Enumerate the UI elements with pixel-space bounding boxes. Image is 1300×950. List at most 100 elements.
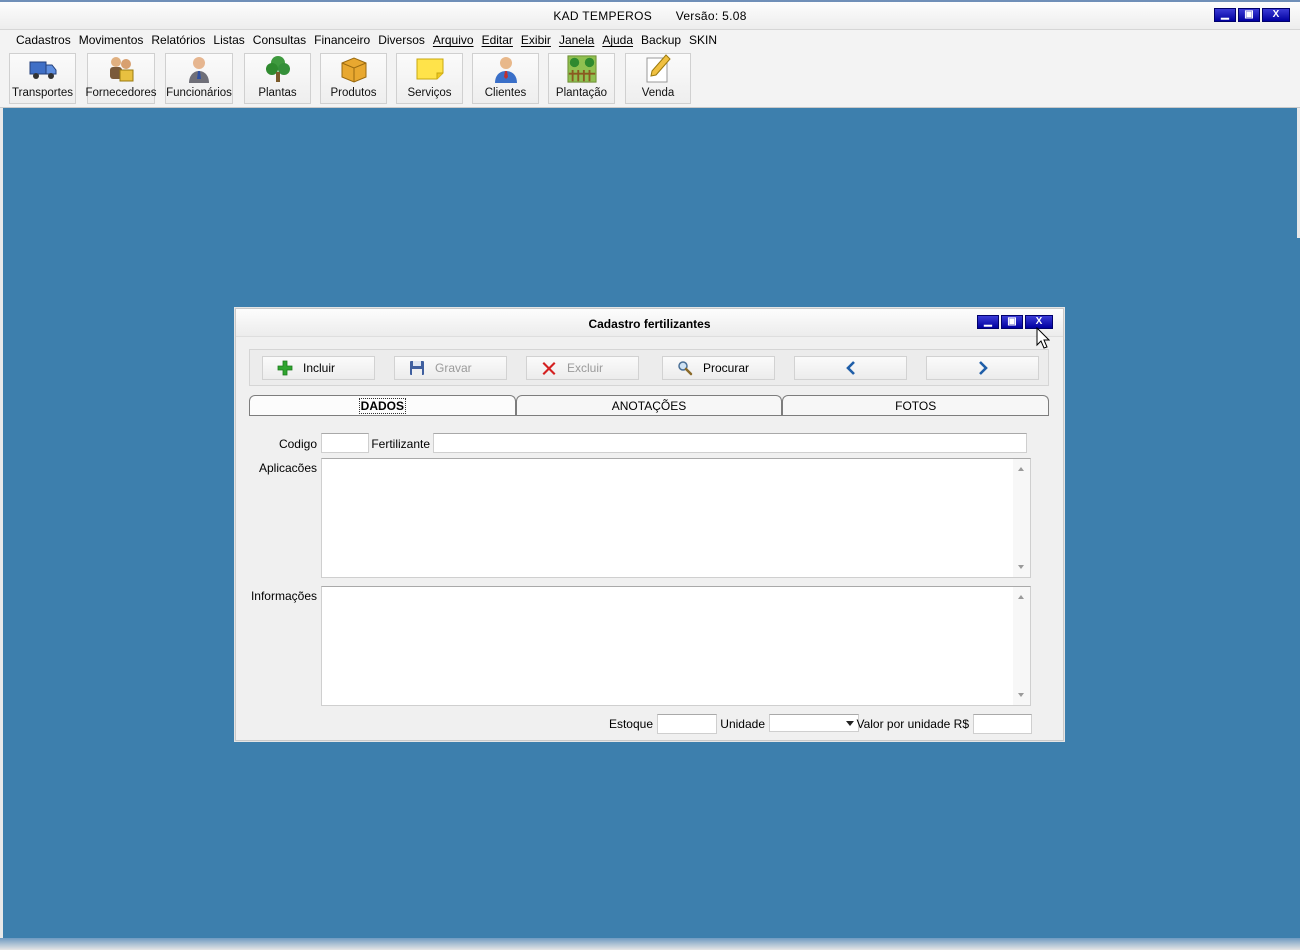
dialog-title-bar[interactable]: Cadastro fertilizantes ▁ ▣ X	[236, 309, 1063, 337]
informacoes-textarea[interactable]	[321, 586, 1031, 706]
menu-item-exibir[interactable]: Exibir	[517, 33, 555, 47]
menu-item-cadastros[interactable]: Cadastros	[12, 33, 75, 47]
next-record-button[interactable]	[926, 356, 1039, 380]
toolbar-button-clientes[interactable]: Clientes	[472, 53, 539, 104]
action-bar: Incluir Gravar Excluir Procurar	[249, 349, 1049, 386]
valor-input[interactable]	[973, 714, 1032, 734]
menu-item-consultas[interactable]: Consultas	[249, 33, 310, 47]
scroll-down-icon	[1018, 693, 1024, 697]
toolbar-button-label: Serviços	[407, 87, 452, 99]
toolbar-button-label: Venda	[641, 87, 675, 99]
toolbar-button-venda[interactable]: Venda	[625, 53, 691, 104]
workspace-left-edge	[0, 108, 3, 950]
estoque-input[interactable]	[657, 714, 717, 734]
toolbar-button-transportes[interactable]: Transportes	[9, 53, 76, 104]
fertilizer-dialog: Cadastro fertilizantes ▁ ▣ X Incluir Gra…	[235, 308, 1064, 741]
menu-item-skin[interactable]: SKIN	[685, 33, 721, 47]
chevron-left-icon	[845, 361, 855, 375]
menu-item-editar[interactable]: Editar	[478, 33, 517, 47]
valor-label: Valor por unidade R$	[856, 717, 969, 731]
excluir-button[interactable]: Excluir	[526, 356, 639, 380]
incluir-label: Incluir	[303, 361, 336, 375]
toolbar-button-label: Plantas	[258, 87, 297, 99]
tree-icon	[263, 54, 293, 84]
toolbar-button-label: Produtos	[330, 87, 377, 99]
tab-fotos[interactable]: FOTOS	[782, 395, 1050, 415]
maximize-icon: ▣	[1007, 316, 1017, 327]
close-icon: X	[1035, 316, 1043, 327]
main-close-button[interactable]: X	[1262, 8, 1290, 22]
main-minimize-button[interactable]: ▁	[1214, 8, 1236, 22]
menu-item-arquivo[interactable]: Arquivo	[429, 33, 478, 47]
menu-item-ajuda[interactable]: Ajuda	[598, 33, 637, 47]
toolbar-button-plantacao[interactable]: Plantação	[548, 53, 615, 104]
suppliers-icon	[106, 54, 136, 84]
truck-icon	[28, 54, 58, 84]
unidade-label: Unidade	[720, 717, 765, 731]
main-maximize-button[interactable]: ▣	[1238, 8, 1260, 22]
chevron-right-icon	[978, 361, 988, 375]
fertilizante-input[interactable]	[433, 433, 1027, 453]
dialog-tabs: DADOS ANOTAÇÕES FOTOS	[249, 395, 1050, 415]
plantation-icon	[566, 54, 597, 84]
delete-icon	[542, 362, 556, 375]
toolbar-button-label: Plantação	[555, 87, 608, 99]
informacoes-scrollbar[interactable]	[1013, 587, 1030, 705]
dialog-minimize-button[interactable]: ▁	[977, 315, 999, 329]
dialog-body: Incluir Gravar Excluir Procurar DADOS AN…	[238, 339, 1061, 739]
save-icon	[410, 361, 424, 375]
scroll-up-icon	[1018, 595, 1024, 599]
procurar-label: Procurar	[703, 361, 750, 375]
procurar-button[interactable]: Procurar	[662, 356, 775, 380]
toolbar-button-servicos[interactable]: Serviços	[396, 53, 463, 104]
incluir-button[interactable]: Incluir	[262, 356, 375, 380]
toolbar-button-produtos[interactable]: Produtos	[320, 53, 387, 104]
informacoes-label: Informações	[250, 589, 317, 603]
toolbar-button-label: Fornecedores	[85, 87, 157, 99]
main-window-controls: ▁ ▣ X	[1214, 8, 1290, 22]
scroll-down-icon	[1018, 565, 1024, 569]
menu-bar: Cadastros Movimentos Relatórios Listas Consu…	[0, 30, 1300, 50]
main-toolbar: Transportes Fornecedores Funcionários Plant…	[0, 50, 1300, 108]
plus-icon	[277, 360, 293, 376]
estoque-label: Estoque	[608, 717, 653, 731]
menu-item-diversos[interactable]: Diversos	[374, 33, 429, 47]
toolbar-button-fornecedores[interactable]: Fornecedores	[85, 53, 157, 104]
toolbar-button-plantas[interactable]: Plantas	[244, 53, 311, 104]
tab-fotos-label: FOTOS	[895, 399, 937, 413]
aplicacoes-label: Aplicacões	[258, 461, 317, 475]
toolbar-button-funcionarios[interactable]: Funcionários	[165, 53, 233, 104]
tab-anotacoes[interactable]: ANOTAÇÕES	[515, 395, 783, 415]
toolbar-button-label: Funcionários	[166, 87, 232, 99]
minimize-icon: ▁	[984, 316, 992, 327]
codigo-input[interactable]	[321, 433, 369, 453]
main-title-bar: KAD TEMPEROS Versão: 5.08 ▁ ▣ X	[0, 0, 1300, 30]
minimize-icon: ▁	[1221, 9, 1229, 20]
dados-panel: Codigo Fertilizante Aplicacões Informaçõ…	[249, 415, 1049, 734]
maximize-icon: ▣	[1244, 9, 1254, 20]
menu-item-janela[interactable]: Janela	[555, 33, 598, 47]
menu-item-relatorios[interactable]: Relatórios	[147, 33, 209, 47]
menu-item-backup[interactable]: Backup	[637, 33, 685, 47]
box-icon	[339, 54, 369, 84]
codigo-label: Codigo	[278, 437, 317, 451]
gravar-button[interactable]: Gravar	[394, 356, 507, 380]
app-name: KAD TEMPEROS	[553, 9, 653, 23]
status-strip	[0, 938, 1300, 950]
unidade-select[interactable]	[769, 714, 859, 732]
gravar-label: Gravar	[435, 361, 472, 375]
dialog-maximize-button[interactable]: ▣	[1001, 315, 1023, 329]
main-title: KAD TEMPEROS Versão: 5.08	[0, 9, 1300, 23]
client-icon	[491, 54, 521, 84]
menu-item-financeiro[interactable]: Financeiro	[310, 33, 374, 47]
fertilizante-label: Fertilizante	[371, 437, 430, 451]
aplicacoes-scrollbar[interactable]	[1013, 459, 1030, 577]
menu-item-listas[interactable]: Listas	[209, 33, 248, 47]
tab-dados[interactable]: DADOS	[249, 395, 516, 415]
menu-item-movimentos[interactable]: Movimentos	[75, 33, 148, 47]
search-icon	[678, 361, 693, 376]
previous-record-button[interactable]	[794, 356, 907, 380]
excluir-label: Excluir	[567, 361, 604, 375]
toolbar-button-label: Clientes	[484, 87, 527, 99]
aplicacoes-textarea[interactable]	[321, 458, 1031, 578]
